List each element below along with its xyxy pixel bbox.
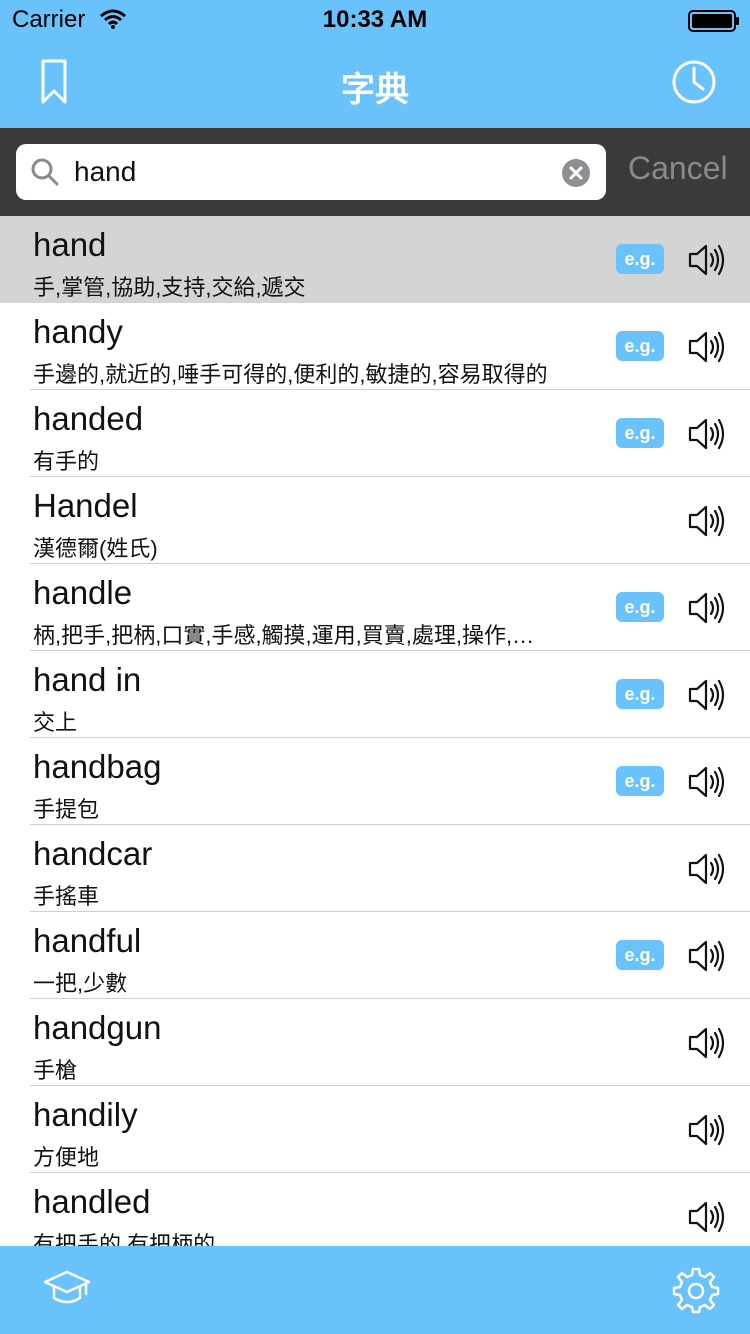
speaker-icon[interactable] xyxy=(686,501,726,546)
result-definition: 柄,把手,把柄,口實,手感,觸摸,運用,買賣,處理,操作,… xyxy=(33,623,535,648)
result-row[interactable]: handy 手邊的,就近的,唾手可得的,便利的,敏捷的,容易取得的 e.g. xyxy=(0,303,750,390)
speaker-icon[interactable] xyxy=(686,849,726,894)
result-word: hand in xyxy=(33,661,142,698)
result-definition: 漢德爾(姓氏) xyxy=(33,536,158,561)
cancel-button[interactable]: Cancel xyxy=(628,150,728,187)
result-row[interactable]: handgun 手槍 xyxy=(0,999,750,1086)
result-word: handled xyxy=(33,1183,151,1220)
result-row[interactable]: hand in 交上 e.g. xyxy=(0,651,750,738)
clock-icon[interactable] xyxy=(670,58,718,111)
result-definition: 交上 xyxy=(33,710,78,735)
speaker-icon[interactable] xyxy=(686,936,726,981)
speaker-icon[interactable] xyxy=(686,762,726,807)
example-badge[interactable]: e.g. xyxy=(616,679,664,709)
graduation-cap-icon[interactable] xyxy=(42,1268,92,1313)
speaker-icon[interactable] xyxy=(686,327,726,372)
gear-icon[interactable] xyxy=(672,1266,720,1319)
clear-search-icon[interactable] xyxy=(561,158,591,193)
speaker-icon[interactable] xyxy=(686,1023,726,1068)
header: Carrier 10:33 AM 字典 xyxy=(0,0,750,128)
search-input[interactable] xyxy=(74,144,554,200)
speaker-icon[interactable] xyxy=(686,1110,726,1155)
result-definition: 手搖車 xyxy=(33,884,100,909)
example-badge[interactable]: e.g. xyxy=(616,331,664,361)
result-row[interactable]: Handel 漢德爾(姓氏) xyxy=(0,477,750,564)
result-word: handful xyxy=(33,922,142,959)
result-word: hand xyxy=(33,226,107,263)
speaker-icon[interactable] xyxy=(686,588,726,633)
speaker-icon[interactable] xyxy=(686,240,726,285)
search-icon xyxy=(30,157,60,192)
result-word: handed xyxy=(33,400,144,437)
speaker-icon[interactable] xyxy=(686,1197,726,1242)
example-badge[interactable]: e.g. xyxy=(616,940,664,970)
result-row[interactable]: handled 有把手的,有把柄的 xyxy=(0,1173,750,1246)
result-definition: 手,掌管,協助,支持,交給,遞交 xyxy=(33,275,306,300)
status-bar: Carrier 10:33 AM xyxy=(0,0,750,40)
speaker-icon[interactable] xyxy=(686,414,726,459)
result-row[interactable]: handle 柄,把手,把柄,口實,手感,觸摸,運用,買賣,處理,操作,… e.g. xyxy=(0,564,750,651)
result-definition: 手邊的,就近的,唾手可得的,便利的,敏捷的,容易取得的 xyxy=(33,362,548,387)
tab-bar xyxy=(0,1246,750,1334)
result-word: handgun xyxy=(33,1009,162,1046)
result-row[interactable]: handful 一把,少數 e.g. xyxy=(0,912,750,999)
result-row[interactable]: handcar 手搖車 xyxy=(0,825,750,912)
result-definition: 有手的 xyxy=(33,449,100,474)
example-badge[interactable]: e.g. xyxy=(616,592,664,622)
result-definition: 手槍 xyxy=(33,1058,78,1083)
result-definition: 方便地 xyxy=(33,1145,100,1170)
result-row[interactable]: handily 方便地 xyxy=(0,1086,750,1173)
result-definition: 手提包 xyxy=(33,797,100,822)
result-row[interactable]: handed 有手的 e.g. xyxy=(0,390,750,477)
example-badge[interactable]: e.g. xyxy=(616,418,664,448)
result-definition: 有把手的,有把柄的 xyxy=(33,1232,216,1246)
result-word: handle xyxy=(33,574,133,611)
example-badge[interactable]: e.g. xyxy=(616,244,664,274)
result-row[interactable]: handbag 手提包 e.g. xyxy=(0,738,750,825)
status-time: 10:33 AM xyxy=(322,6,428,33)
result-word: handily xyxy=(33,1096,138,1133)
battery-icon xyxy=(688,10,740,37)
page-title: 字典 xyxy=(341,71,409,109)
example-badge[interactable]: e.g. xyxy=(616,766,664,796)
result-word: Handel xyxy=(33,487,138,524)
result-row[interactable]: hand 手,掌管,協助,支持,交給,遞交 e.g. xyxy=(0,216,750,303)
result-word: handbag xyxy=(33,748,162,785)
speaker-icon[interactable] xyxy=(686,675,726,720)
result-word: handcar xyxy=(33,835,153,872)
results-list: hand 手,掌管,協助,支持,交給,遞交 e.g. handy 手邊的,就近的,唾手可… xyxy=(0,216,750,1246)
search-box[interactable] xyxy=(16,144,606,200)
result-word: handy xyxy=(33,313,123,350)
result-definition: 一把,少數 xyxy=(33,971,128,996)
